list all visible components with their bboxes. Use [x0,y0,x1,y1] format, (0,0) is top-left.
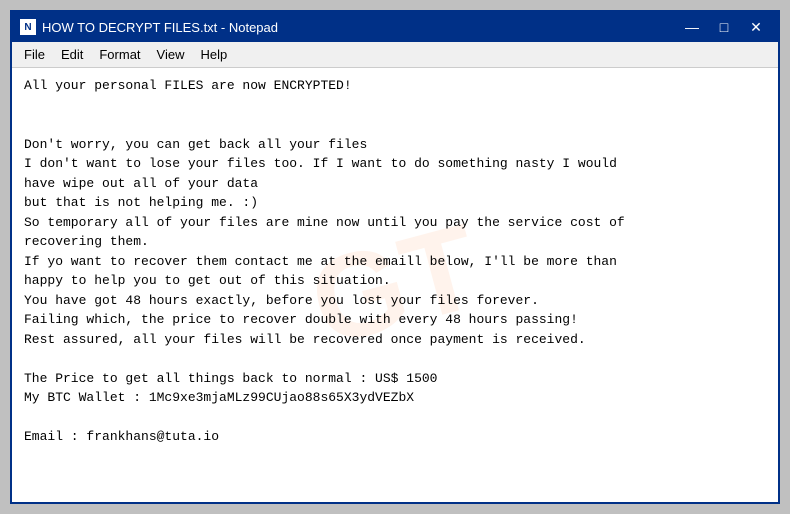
menu-edit[interactable]: Edit [53,44,91,65]
menu-bar: File Edit Format View Help [12,42,778,68]
title-controls: — □ ✕ [678,16,770,38]
menu-format[interactable]: Format [91,44,148,65]
window-title: HOW TO DECRYPT FILES.txt - Notepad [42,20,278,35]
close-button[interactable]: ✕ [742,16,770,38]
menu-view[interactable]: View [149,44,193,65]
notepad-content: All your personal FILES are now ENCRYPTE… [24,76,766,447]
minimize-button[interactable]: — [678,16,706,38]
menu-file[interactable]: File [16,44,53,65]
text-area[interactable]: GT All your personal FILES are now ENCRY… [12,68,778,502]
title-bar-left: N HOW TO DECRYPT FILES.txt - Notepad [20,19,278,35]
menu-help[interactable]: Help [192,44,235,65]
maximize-button[interactable]: □ [710,16,738,38]
title-bar: N HOW TO DECRYPT FILES.txt - Notepad — □… [12,12,778,42]
notepad-window: N HOW TO DECRYPT FILES.txt - Notepad — □… [10,10,780,504]
app-icon: N [20,19,36,35]
